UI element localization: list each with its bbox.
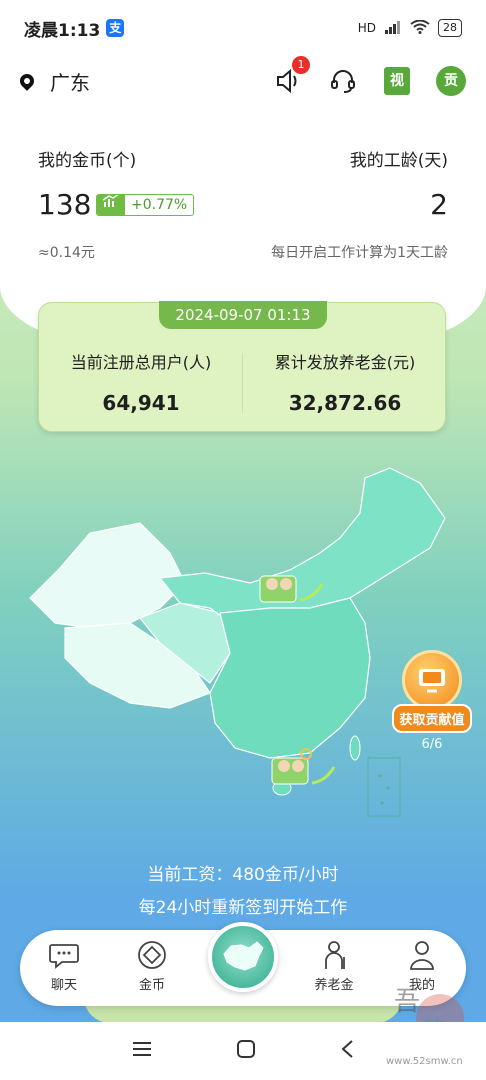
speaker-icon[interactable]: 1 xyxy=(274,56,310,96)
coin-icon[interactable]: 贡 xyxy=(436,66,466,96)
map-region-taiwan xyxy=(349,735,361,761)
location-label[interactable]: 广东 xyxy=(50,67,90,96)
map-region-central xyxy=(209,597,371,759)
tv-reward-icon[interactable] xyxy=(402,650,462,710)
signal-icon xyxy=(384,20,402,37)
elder-icon xyxy=(302,938,366,972)
pension-label: 累计发放养老金(元) xyxy=(274,353,416,372)
tab-chat[interactable]: 聊天 xyxy=(32,938,96,993)
status-bar: 凌晨1:13 支 HD 28 xyxy=(0,0,486,56)
total-users-stat: 当前注册总用户(人) 64,941 xyxy=(39,349,243,415)
location-pin-icon xyxy=(17,71,37,91)
stats-card: 2024-09-07 01:13 当前注册总用户(人) 64,941 累计发放养… xyxy=(38,301,447,432)
tab-pension-label: 养老金 xyxy=(314,978,354,993)
work-age-label: 我的工龄(天) xyxy=(349,151,448,171)
video-icon[interactable]: 视 xyxy=(382,66,412,96)
trend-chart-icon xyxy=(97,195,125,215)
coin-diamond-icon xyxy=(120,938,184,972)
work-age-value: 2 xyxy=(430,188,448,221)
tab-chat-label: 聊天 xyxy=(50,978,77,993)
back-icon[interactable] xyxy=(340,1039,354,1063)
tab-map[interactable] xyxy=(208,922,278,992)
wage-note: 每24小时重新签到开始工作 xyxy=(138,898,348,918)
pension-stat: 累计发放养老金(元) 32,872.66 xyxy=(243,349,447,415)
wifi-icon xyxy=(410,19,430,37)
coins-yuan: ≈0.14元 xyxy=(38,245,95,261)
tab-pension[interactable]: 养老金 xyxy=(302,938,366,993)
coins-label: 我的金币(个) xyxy=(38,151,137,171)
work-age-note: 每日开启工作计算为1天工龄 xyxy=(271,245,448,261)
notification-badge: 1 xyxy=(292,56,310,74)
alipay-icon: 支 xyxy=(106,19,125,37)
china-map[interactable] xyxy=(20,458,486,828)
coins-value: 138 xyxy=(38,188,92,221)
wage-current: 当前工资：480金币/小时 xyxy=(147,865,339,885)
pension-value: 32,872.66 xyxy=(288,391,402,415)
svg-text:吾: 吾 xyxy=(394,987,420,1017)
south-china-sea-inset xyxy=(367,757,401,817)
battery-icon: 28 xyxy=(438,19,462,37)
person-icon xyxy=(390,938,454,972)
system-nav-bar xyxy=(0,1022,486,1080)
status-time: 凌晨1:13 xyxy=(24,20,101,41)
status-icons: HD 28 xyxy=(358,19,462,37)
reward-widget[interactable]: 获取贡献值 6/6 xyxy=(392,650,472,752)
reward-button[interactable]: 获取贡献值 xyxy=(392,704,472,733)
stats-datetime: 2024-09-07 01:13 xyxy=(159,301,327,329)
total-users-value: 64,941 xyxy=(102,391,180,415)
network-label: HD xyxy=(357,21,376,35)
reward-progress: 6/6 xyxy=(421,737,443,752)
watermark-url: www.52smw.cn xyxy=(386,1056,463,1067)
tab-coins[interactable]: 金币 xyxy=(120,938,184,993)
tab-coins-label: 金币 xyxy=(138,978,165,993)
headset-icon[interactable] xyxy=(328,66,358,96)
total-users-label: 当前注册总用户(人) xyxy=(70,353,212,372)
home-icon[interactable] xyxy=(236,1039,256,1063)
china-map-icon xyxy=(223,941,264,971)
coins-change: +0.77% xyxy=(131,197,188,213)
chat-icon xyxy=(32,938,96,972)
coins-trend-badge: +0.77% xyxy=(96,194,195,216)
menu-icon[interactable] xyxy=(132,1041,152,1061)
header: 广东 1 视 贡 xyxy=(0,56,486,106)
